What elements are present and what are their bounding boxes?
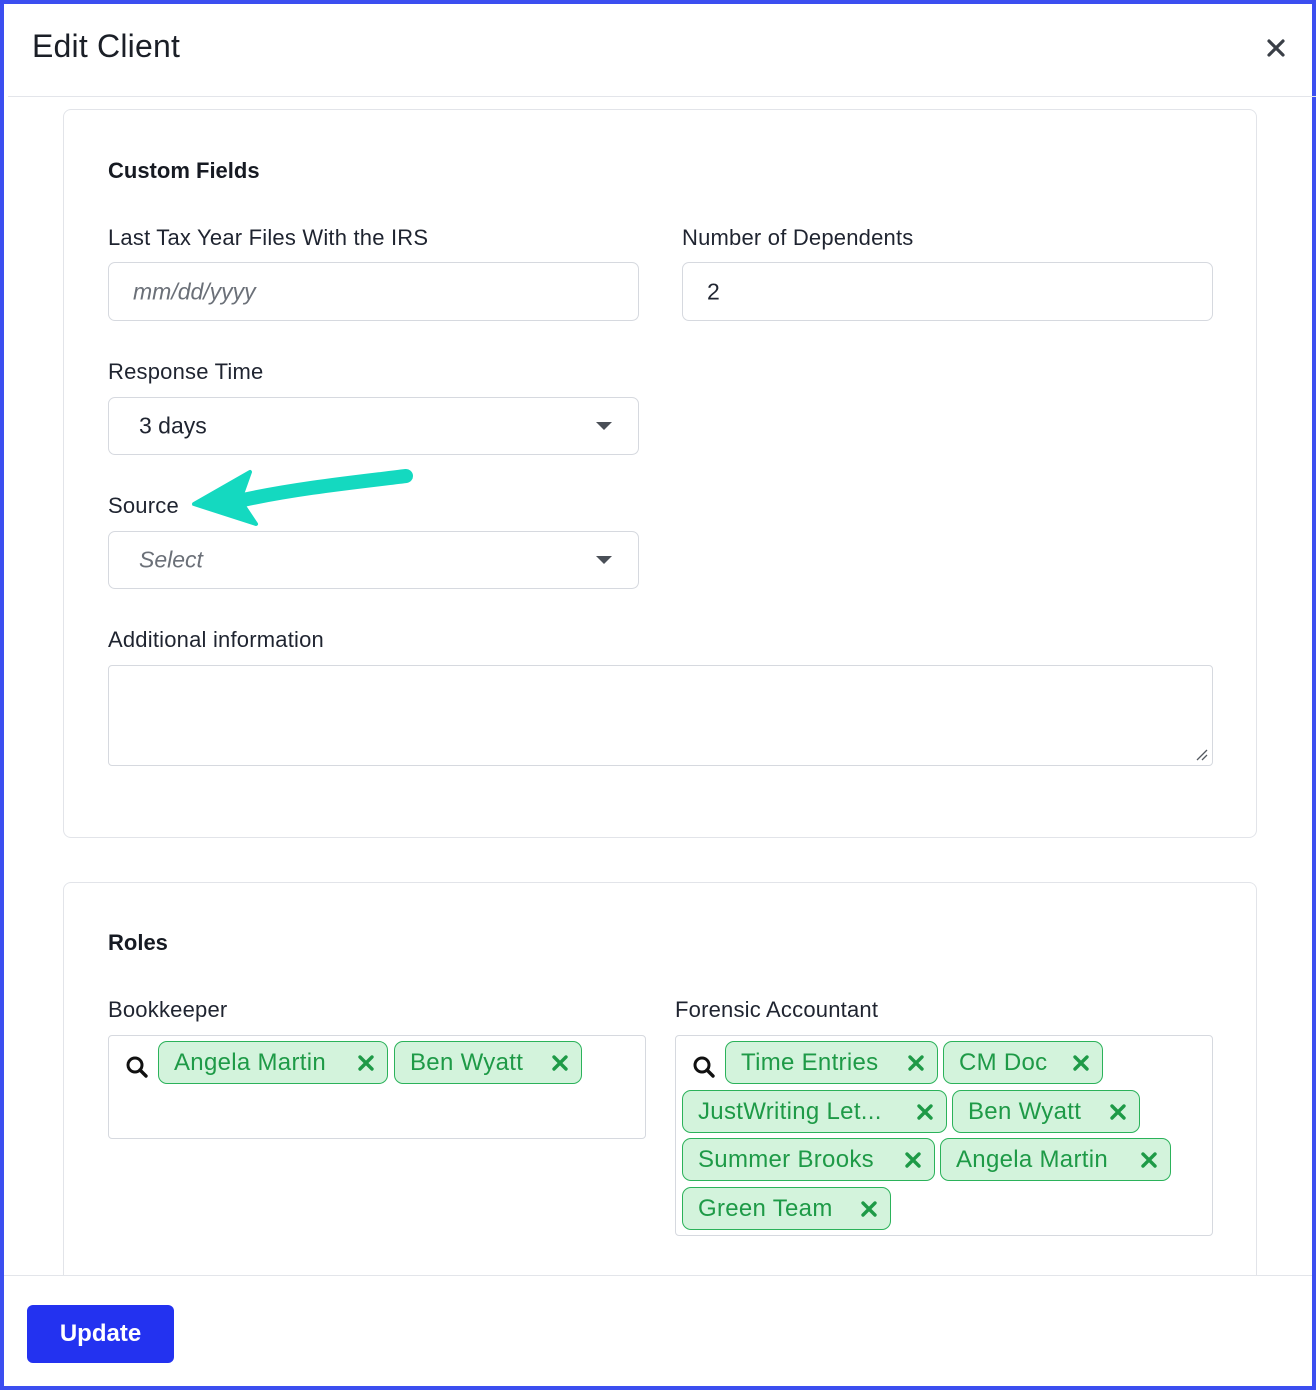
forensic-accountant-tag: JustWriting Let... xyxy=(682,1090,947,1133)
annotation-arrow-icon xyxy=(192,469,413,526)
tag-label: Green Team xyxy=(698,1194,833,1222)
bookkeeper-tag: Angela Martin xyxy=(158,1041,388,1084)
remove-tag-icon[interactable] xyxy=(904,1151,922,1169)
last-tax-year-placeholder: mm/dd/yyyy xyxy=(133,278,256,304)
remove-tag-icon[interactable] xyxy=(1140,1151,1158,1169)
chevron-down-icon xyxy=(596,422,612,430)
forensic-accountant-tag: Angela Martin xyxy=(940,1138,1171,1181)
bookkeeper-tag: Ben Wyatt xyxy=(394,1041,582,1084)
response-time-label: Response Time xyxy=(108,359,264,384)
roles-card: Roles Bookkeeper Angela Martin Ben Wyatt… xyxy=(63,882,1257,1292)
tag-label: Angela Martin xyxy=(174,1048,326,1076)
tag-label: JustWriting Let... xyxy=(698,1097,882,1125)
remove-tag-icon[interactable] xyxy=(551,1054,569,1072)
tag-label: Ben Wyatt xyxy=(410,1048,524,1076)
forensic-accountant-tag: Time Entries xyxy=(725,1041,938,1084)
source-select[interactable]: Select xyxy=(108,531,639,589)
resize-grip-icon[interactable] xyxy=(1194,747,1208,761)
additional-info-textarea[interactable] xyxy=(108,665,1213,766)
close-button[interactable] xyxy=(1262,34,1290,62)
source-label: Source xyxy=(108,493,179,518)
remove-tag-icon[interactable] xyxy=(860,1200,878,1218)
dialog-title: Edit Client xyxy=(32,28,181,64)
search-icon xyxy=(693,1056,715,1078)
roles-title: Roles xyxy=(108,930,168,955)
response-time-select[interactable]: 3 days xyxy=(108,397,639,455)
dependents-label: Number of Dependents xyxy=(682,225,914,250)
tag-label: Angela Martin xyxy=(956,1145,1108,1173)
chevron-down-icon xyxy=(596,556,612,564)
tag-label: Time Entries xyxy=(741,1048,879,1076)
tag-label: CM Doc xyxy=(959,1048,1048,1076)
forensic-accountant-tag: CM Doc xyxy=(943,1041,1103,1084)
bookkeeper-tag-input[interactable]: Angela Martin Ben Wyatt xyxy=(108,1035,646,1139)
remove-tag-icon[interactable] xyxy=(1109,1103,1127,1121)
remove-tag-icon[interactable] xyxy=(1072,1054,1090,1072)
dependents-value: 2 xyxy=(707,278,720,304)
dialog-header: Edit Client xyxy=(8,8,1316,97)
additional-info-label: Additional information xyxy=(108,627,324,652)
remove-tag-icon[interactable] xyxy=(907,1054,925,1072)
bookkeeper-label: Bookkeeper xyxy=(108,997,228,1022)
forensic-accountant-tag: Ben Wyatt xyxy=(952,1090,1140,1133)
tag-label: Ben Wyatt xyxy=(968,1097,1082,1125)
remove-tag-icon[interactable] xyxy=(916,1103,934,1121)
last-tax-year-label: Last Tax Year Files With the IRS xyxy=(108,225,429,250)
response-time-value: 3 days xyxy=(139,412,207,439)
forensic-accountant-tag-input[interactable]: Time Entries CM Doc JustWriting Let... B… xyxy=(675,1035,1213,1236)
tag-label: Summer Brooks xyxy=(698,1145,874,1173)
source-placeholder: Select xyxy=(139,546,203,573)
forensic-accountant-tag: Green Team xyxy=(682,1187,891,1230)
forensic-accountant-tag: Summer Brooks xyxy=(682,1138,935,1181)
search-icon xyxy=(126,1056,148,1078)
forensic-accountant-label: Forensic Accountant xyxy=(675,997,879,1022)
last-tax-year-input[interactable]: mm/dd/yyyy xyxy=(108,262,639,321)
remove-tag-icon[interactable] xyxy=(357,1054,375,1072)
update-button[interactable]: Update xyxy=(27,1305,174,1363)
dependents-input[interactable]: 2 xyxy=(682,262,1213,321)
custom-fields-title: Custom Fields xyxy=(108,158,260,183)
close-icon xyxy=(1267,39,1285,57)
dialog-footer: Update xyxy=(4,1275,1312,1386)
